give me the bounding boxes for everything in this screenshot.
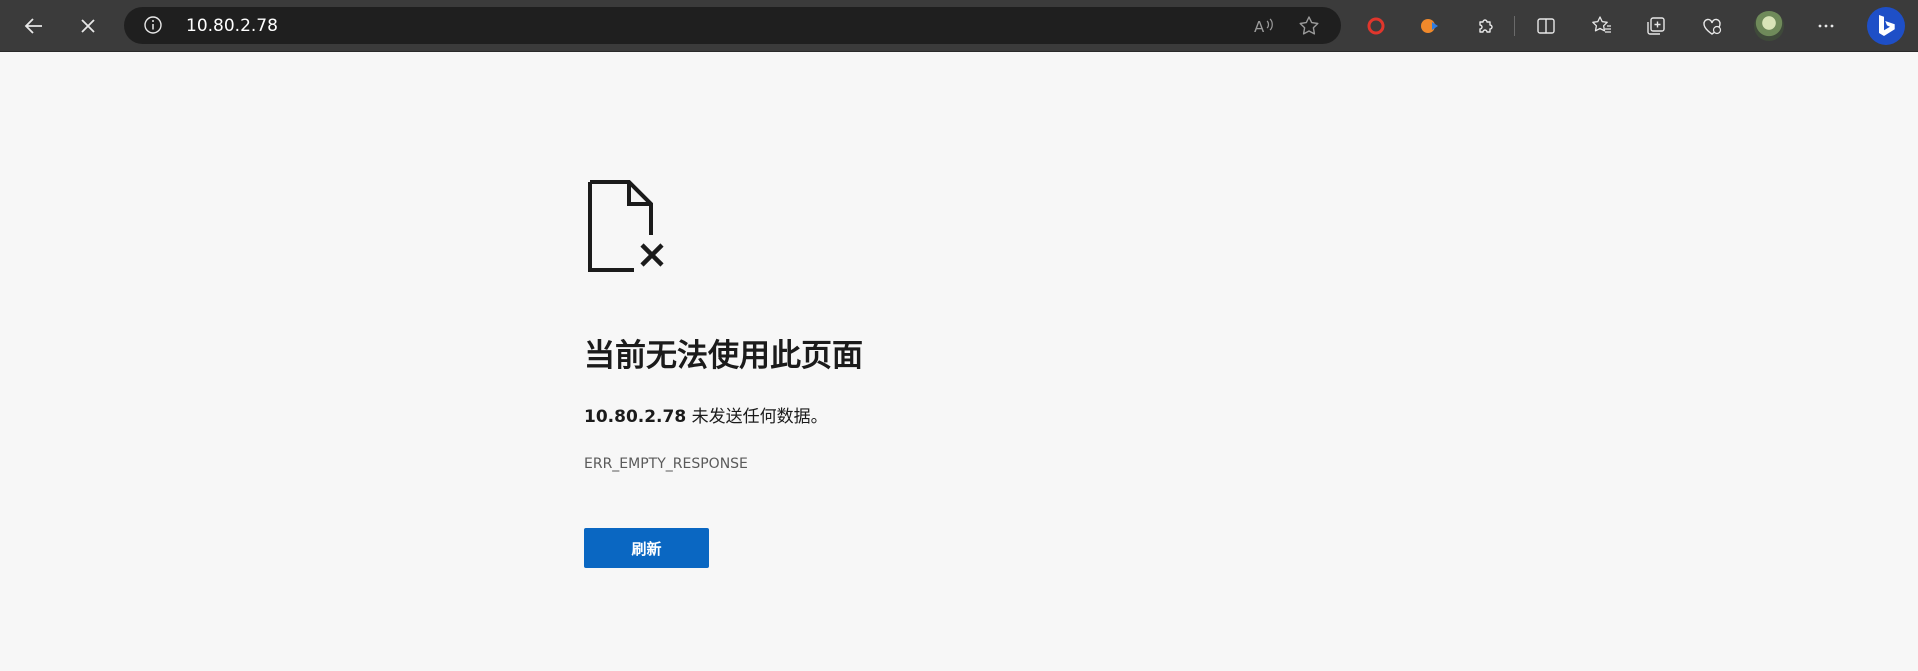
extension-orange-button[interactable]	[1412, 8, 1448, 44]
toolbar-divider	[1514, 16, 1515, 36]
extension-red-button[interactable]	[1358, 8, 1394, 44]
stop-loading-button[interactable]	[70, 8, 106, 44]
split-screen-icon	[1537, 18, 1555, 34]
browser-toolbar: 10.80.2.78 A	[0, 0, 1918, 52]
collections-button[interactable]	[1638, 8, 1674, 44]
error-message: 10.80.2.78 未发送任何数据。	[584, 402, 828, 427]
split-screen-button[interactable]	[1528, 8, 1564, 44]
file-error-icon	[588, 180, 664, 272]
error-message-text: 未发送任何数据。	[686, 407, 828, 427]
bing-copilot-icon	[1879, 15, 1895, 36]
profile-avatar[interactable]	[1754, 11, 1784, 41]
favorite-star-icon[interactable]	[1297, 14, 1321, 38]
extension-red-ring-icon	[1367, 17, 1385, 35]
browser-essentials-button[interactable]	[1694, 8, 1730, 44]
refresh-button[interactable]: 刷新	[584, 528, 709, 568]
bing-copilot-button[interactable]	[1867, 7, 1905, 45]
more-menu-button[interactable]	[1808, 8, 1844, 44]
error-code: ERR_EMPTY_RESPONSE	[584, 456, 748, 472]
more-menu-icon	[1818, 24, 1834, 28]
stop-loading-icon	[81, 19, 95, 33]
favorites-icon	[1592, 16, 1611, 33]
extension-orange-icon	[1421, 19, 1438, 33]
back-button[interactable]	[16, 8, 52, 44]
back-arrow-icon	[24, 18, 42, 34]
extensions-puzzle-icon	[1479, 19, 1493, 33]
error-host: 10.80.2.78	[584, 407, 687, 427]
error-title: 当前无法使用此页面	[584, 338, 863, 374]
collections-icon	[1647, 17, 1665, 35]
site-info-icon[interactable]	[143, 15, 163, 35]
address-bar[interactable]: 10.80.2.78 A	[124, 7, 1341, 44]
read-aloud-icon[interactable]: A	[1252, 14, 1276, 38]
browser-essentials-icon	[1703, 18, 1722, 35]
extensions-button[interactable]	[1468, 8, 1504, 44]
svg-text:A: A	[1254, 18, 1265, 36]
url-text[interactable]: 10.80.2.78	[186, 16, 278, 36]
favorites-button[interactable]	[1584, 8, 1620, 44]
